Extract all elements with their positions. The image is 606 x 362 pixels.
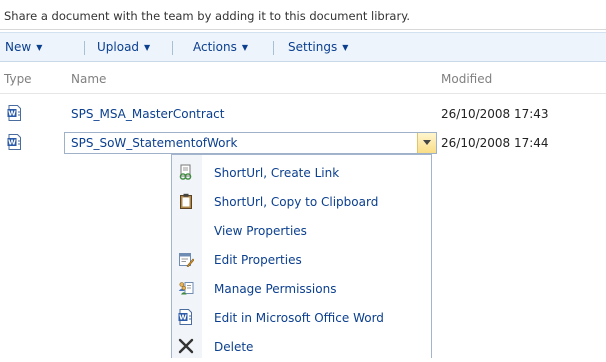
column-header-type[interactable]: Type — [4, 72, 32, 86]
word-document-icon: W — [178, 309, 192, 325]
library-toolbar: New ▼ Upload ▼ Actions ▼ Settings ▼ — [0, 32, 606, 62]
upload-menu-button[interactable]: Upload ▼ — [97, 40, 150, 54]
new-menu-label: New — [5, 40, 32, 54]
document-modified: 26/10/2008 17:43 — [441, 107, 549, 121]
chevron-down-icon — [423, 140, 431, 145]
chevron-down-icon: ▼ — [144, 43, 151, 52]
upload-menu-label: Upload — [97, 40, 140, 54]
column-header-modified[interactable]: Modified — [441, 72, 492, 86]
menu-item-edit-properties[interactable]: Edit Properties — [172, 246, 431, 275]
menu-item-shorturl-copy-to-clipboard[interactable]: ShortUrl, Copy to Clipboard — [172, 188, 431, 217]
permissions-icon — [178, 282, 194, 295]
menu-item-label: ShortUrl, Create Link — [214, 166, 340, 180]
item-dropdown-button[interactable] — [417, 133, 436, 153]
document-modified: 26/10/2008 17:44 — [441, 136, 549, 150]
toolbar-separator — [273, 41, 274, 55]
document-name-link[interactable]: SPS_SoW_StatementofWork — [71, 136, 237, 150]
edit-properties-icon — [179, 253, 194, 267]
delete-x-icon — [178, 338, 194, 354]
item-context-menu: ShortUrl, Create Link ShortUrl, Copy to … — [171, 154, 432, 358]
menu-item-label: Edit in Microsoft Office Word — [214, 311, 384, 325]
clipboard-icon — [180, 193, 192, 209]
svg-text:W: W — [8, 139, 16, 147]
toolbar-separator — [172, 41, 173, 55]
column-header-name[interactable]: Name — [71, 72, 106, 86]
document-name-link[interactable]: SPS_MSA_MasterContract — [71, 107, 224, 121]
chevron-down-icon: ▼ — [36, 43, 43, 52]
menu-item-label: Delete — [214, 340, 254, 354]
word-document-icon[interactable]: W — [7, 105, 23, 121]
chevron-down-icon: ▼ — [241, 43, 248, 52]
shorturl-link-icon — [179, 164, 192, 180]
toolbar-separator — [84, 41, 85, 55]
menu-item-view-properties[interactable]: View Properties — [172, 217, 431, 246]
chevron-down-icon: ▼ — [342, 43, 349, 52]
svg-text:W: W — [8, 110, 16, 118]
svg-text:W: W — [179, 314, 187, 322]
menu-item-label: Edit Properties — [214, 253, 302, 267]
menu-item-label: View Properties — [214, 224, 307, 238]
menu-item-edit-in-word[interactable]: W Edit in Microsoft Office Word — [172, 304, 431, 333]
menu-item-label: Manage Permissions — [214, 282, 337, 296]
actions-menu-label: Actions — [193, 40, 237, 54]
menu-item-manage-permissions[interactable]: Manage Permissions — [172, 275, 431, 304]
word-document-icon[interactable]: W — [7, 134, 23, 150]
header-divider — [0, 93, 606, 94]
settings-menu-label: Settings — [288, 40, 338, 54]
actions-menu-button[interactable]: Actions ▼ — [193, 40, 248, 54]
library-description: Share a document with the team by adding… — [0, 0, 606, 30]
new-menu-button[interactable]: New ▼ — [5, 40, 42, 54]
menu-item-shorturl-create-link[interactable]: ShortUrl, Create Link — [172, 159, 431, 188]
settings-menu-button[interactable]: Settings ▼ — [288, 40, 348, 54]
menu-item-label: ShortUrl, Copy to Clipboard — [214, 195, 379, 209]
